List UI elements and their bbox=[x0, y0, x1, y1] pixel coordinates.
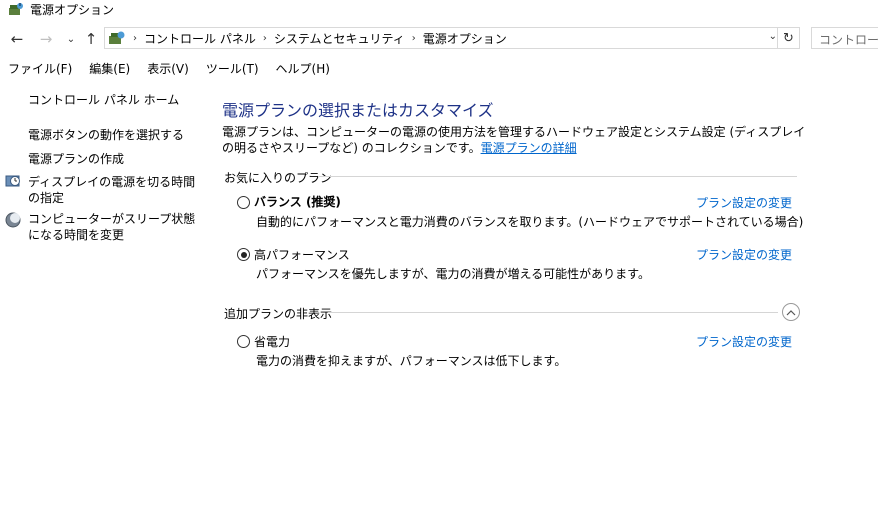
breadcrumb-control-panel[interactable]: コントロール パネル bbox=[144, 30, 256, 47]
navigation-bar: ← → ⌄ ↑ › コントロール パネル › システムとセキュリティ › 電源オ… bbox=[0, 26, 878, 52]
plan-power-saver-desc: 電力の消費を抑えますが、パフォーマンスは低下します。 bbox=[256, 354, 567, 368]
forward-arrow-icon[interactable]: → bbox=[37, 29, 55, 49]
chevron-up-icon bbox=[786, 309, 796, 315]
menu-view[interactable]: 表示(V) bbox=[147, 60, 189, 77]
plan-high-performance-name[interactable]: 高パフォーマンス bbox=[254, 246, 350, 263]
sidebar-display-off-time[interactable]: ディスプレイの電源を切る時間の指定 bbox=[28, 174, 198, 206]
radio-selected-dot bbox=[240, 251, 247, 258]
power-options-icon bbox=[9, 3, 23, 15]
sidebar-choose-power-button[interactable]: 電源ボタンの動作を選択する bbox=[28, 127, 184, 143]
breadcrumb-power-options[interactable]: 電源オプション bbox=[423, 30, 507, 47]
address-bar[interactable]: › コントロール パネル › システムとセキュリティ › 電源オプション ⌄ ↻ bbox=[104, 27, 800, 49]
radio-high-performance[interactable] bbox=[237, 248, 250, 261]
radio-power-saver[interactable] bbox=[237, 335, 250, 348]
plan-high-performance-desc: パフォーマンスを優先しますが、電力の消費が増える可能性があります。 bbox=[256, 267, 650, 281]
page-description: 電源プランは、コンピューターの電源の使用方法を管理するハードウェア設定とシステム… bbox=[222, 124, 812, 156]
hidden-plans-header: 追加プランの非表示 bbox=[224, 307, 333, 321]
power-plan-details-link[interactable]: 電源プランの詳細 bbox=[481, 141, 577, 155]
search-input[interactable]: コントロール パ bbox=[811, 27, 878, 49]
plan-power-saver-name[interactable]: 省電力 bbox=[254, 333, 290, 350]
recent-locations-chevron-icon[interactable]: ⌄ bbox=[62, 29, 80, 49]
change-plan-settings-balanced-link[interactable]: プラン設定の変更 bbox=[696, 194, 792, 211]
window-title: 電源オプション bbox=[30, 2, 115, 17]
plan-balanced-name[interactable]: バランス (推奨) bbox=[254, 193, 341, 210]
plan-balanced-desc: 自動的にパフォーマンスと電力消費のバランスを取ります。(ハードウェアでサポートさ… bbox=[256, 215, 804, 229]
menu-edit[interactable]: 編集(E) bbox=[89, 60, 130, 77]
back-arrow-icon[interactable]: ← bbox=[8, 29, 26, 49]
breadcrumb-separator-icon[interactable]: › bbox=[263, 33, 267, 44]
change-plan-settings-high-performance-link[interactable]: プラン設定の変更 bbox=[696, 246, 792, 263]
up-arrow-icon[interactable]: ↑ bbox=[82, 29, 100, 49]
page-title: 電源プランの選択またはカスタマイズ bbox=[222, 101, 494, 120]
clock-power-icon bbox=[5, 175, 20, 187]
title-bar: 電源オプション bbox=[0, 0, 878, 18]
collapse-chevron-up-icon[interactable] bbox=[782, 303, 800, 321]
favorites-header: お気に入りのプラン bbox=[224, 171, 333, 185]
sidebar-change-sleep-time[interactable]: コンピューターがスリープ状態になる時間を変更 bbox=[28, 211, 198, 243]
address-dropdown-icon[interactable]: ⌄ bbox=[769, 31, 777, 42]
sidebar-control-panel-home[interactable]: コントロール パネル ホーム bbox=[28, 92, 179, 108]
radio-balanced[interactable] bbox=[237, 196, 250, 209]
menu-bar: ファイル(F) 編集(E) 表示(V) ツール(T) ヘルプ(H) bbox=[0, 58, 878, 78]
hidden-plans-divider bbox=[328, 312, 778, 313]
favorites-divider bbox=[318, 176, 797, 177]
breadcrumb-system-security[interactable]: システムとセキュリティ bbox=[274, 30, 405, 47]
menu-tools[interactable]: ツール(T) bbox=[206, 60, 259, 77]
breadcrumb-separator-icon[interactable]: › bbox=[412, 33, 416, 44]
breadcrumb-separator-icon[interactable]: › bbox=[133, 33, 137, 44]
menu-help[interactable]: ヘルプ(H) bbox=[276, 60, 330, 77]
control-panel-icon bbox=[109, 31, 125, 44]
change-plan-settings-power-saver-link[interactable]: プラン設定の変更 bbox=[696, 333, 792, 350]
refresh-icon[interactable]: ↻ bbox=[777, 28, 799, 48]
moon-sleep-icon bbox=[5, 212, 21, 228]
sidebar-create-power-plan[interactable]: 電源プランの作成 bbox=[28, 151, 124, 167]
menu-file[interactable]: ファイル(F) bbox=[8, 60, 72, 77]
